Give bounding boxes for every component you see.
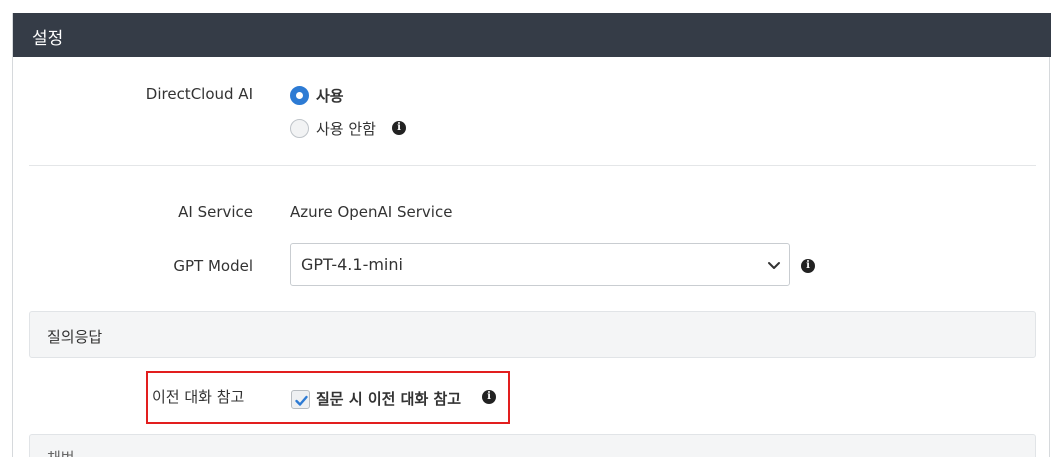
section-header-next: 채번 xyxy=(29,434,1036,457)
history-checkbox-label[interactable]: 질문 시 이전 대화 참고 xyxy=(316,388,461,409)
info-icon[interactable]: i xyxy=(392,121,406,135)
gpt-model-selected-value: GPT-4.1-mini xyxy=(301,255,403,274)
section-header-next-label: 채번 xyxy=(47,447,75,457)
panel-title: 설정 xyxy=(13,13,1051,57)
history-label: 이전 대화 참고 xyxy=(152,388,245,406)
info-icon[interactable]: i xyxy=(482,390,496,404)
directcloud-ai-label: DirectCloud AI xyxy=(145,85,253,103)
radio-ai-enabled-label[interactable]: 사용 xyxy=(316,85,344,106)
checkmark-icon xyxy=(295,395,308,406)
radio-ai-disabled-label[interactable]: 사용 안함 xyxy=(316,118,376,139)
gpt-model-label: GPT Model xyxy=(173,257,253,275)
divider xyxy=(29,165,1036,166)
gpt-model-select[interactable]: GPT-4.1-mini xyxy=(290,243,790,286)
ai-service-label: AI Service xyxy=(178,203,253,221)
info-icon[interactable]: i xyxy=(801,259,815,273)
section-header-qa: 질의응답 xyxy=(29,311,1036,358)
ai-service-value: Azure OpenAI Service xyxy=(290,203,453,221)
chevron-down-icon xyxy=(768,262,780,269)
radio-ai-disabled[interactable] xyxy=(290,119,309,138)
radio-ai-enabled[interactable] xyxy=(290,86,309,105)
history-checkbox[interactable] xyxy=(291,390,310,409)
